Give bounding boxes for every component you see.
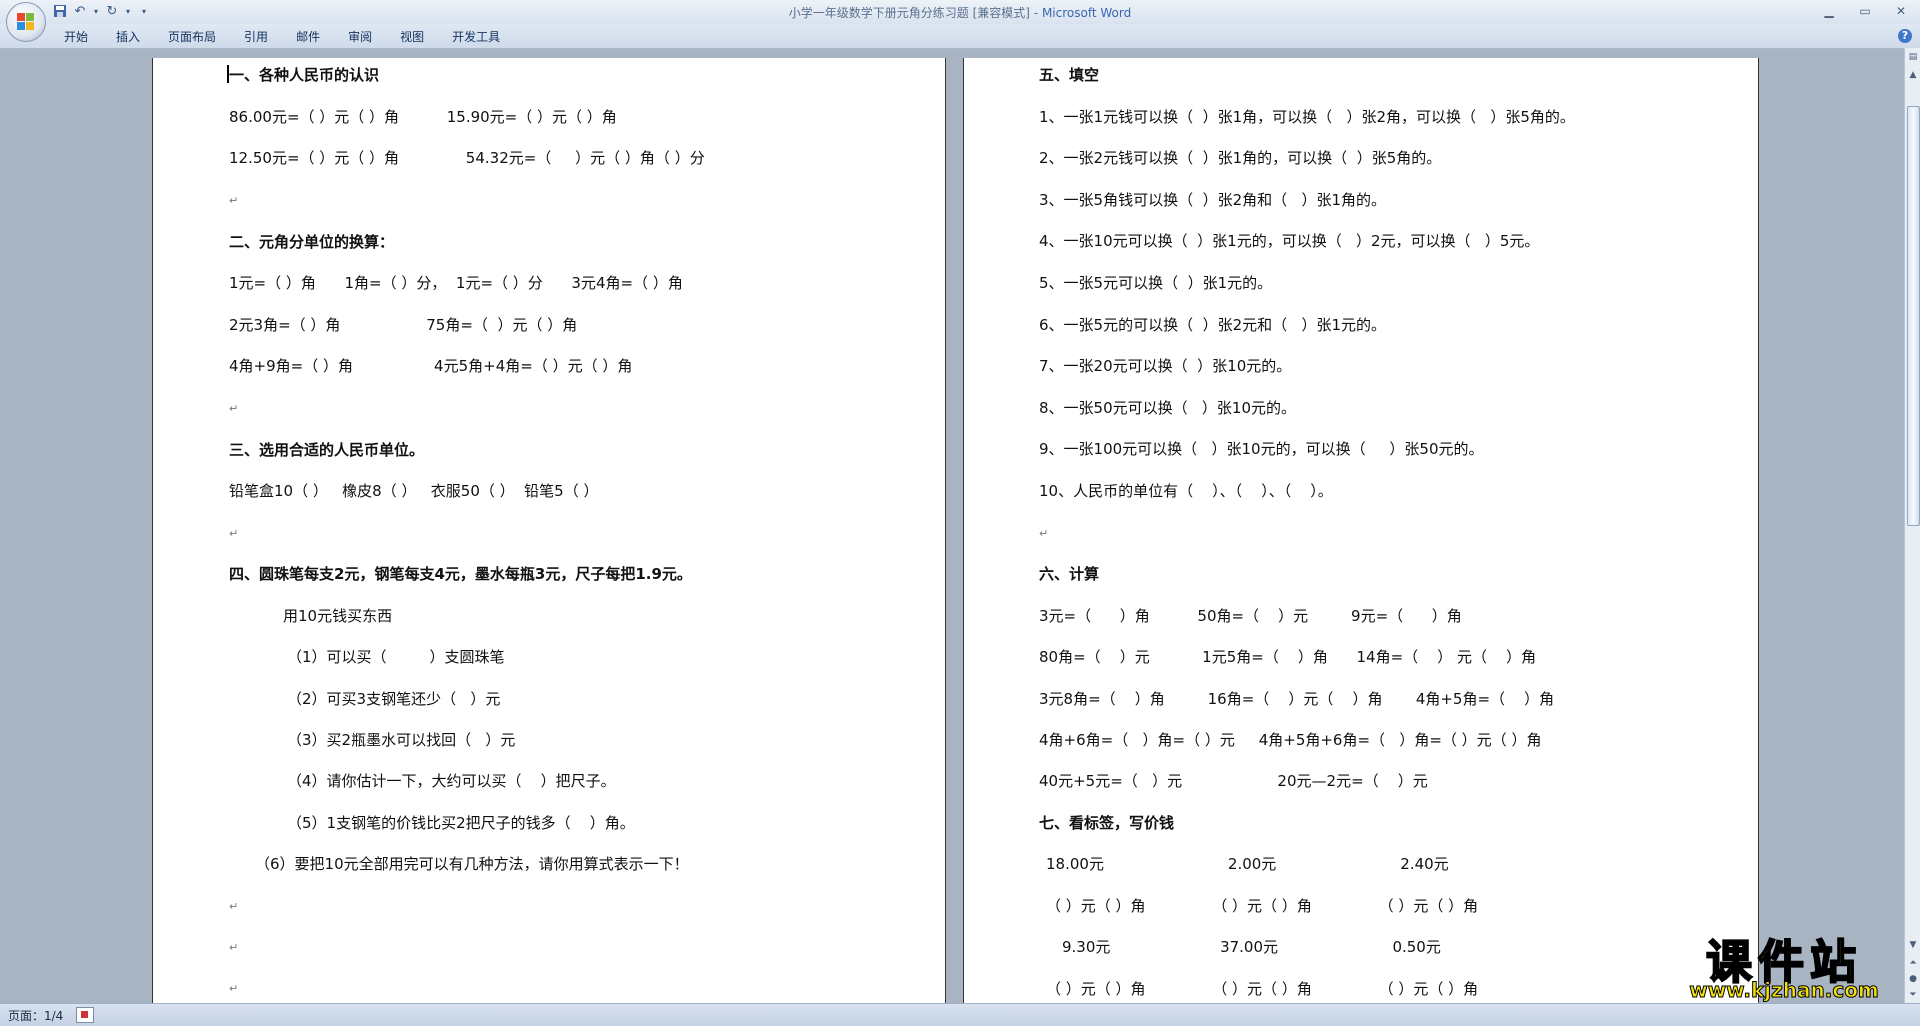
- exercise-line: （1）可以买（ ）支圆珠笔: [287, 648, 505, 666]
- scroll-down-icon[interactable]: ▼: [1906, 938, 1920, 952]
- paragraph-mark: ↵: [229, 941, 239, 954]
- close-button[interactable]: ✕: [1890, 2, 1912, 20]
- select-browse-object-icon[interactable]: ●: [1906, 972, 1920, 986]
- exercise-line: 12.50元=（ ）元（ ）角 54.32元=（ ）元（ ）角（ ）分: [229, 149, 705, 167]
- vertical-scrollbar[interactable]: ▤ ▲ ▼ ⏶ ● ⏷: [1904, 48, 1920, 1003]
- paragraph-mark: ↵: [229, 982, 239, 995]
- tab-review[interactable]: 审阅: [334, 29, 386, 45]
- tab-mailings[interactable]: 邮件: [282, 29, 334, 45]
- section-heading: 六、计算: [1039, 565, 1100, 583]
- exercise-line: 4角+6角=（ ）角=（ ）元 4角+5角+6角=（ ）角=（ ）元（ ）角: [1039, 731, 1542, 749]
- paragraph-mark: ↵: [229, 194, 239, 207]
- exercise-line: 4、一张10元可以换（ ）张1元的，可以换（ ）2元，可以换（ ）5元。: [1039, 232, 1540, 250]
- section-heading: 七、看标签，写价钱: [1039, 814, 1175, 832]
- section-heading: 三、选用合适的人民币单位。: [229, 441, 425, 459]
- answer-line: （ ）元（ ）角 （ ）元（ ）角 （ ）元（ ）角: [1046, 897, 1479, 915]
- price-tag-line: 9.30元 37.00元 0.50元: [1062, 938, 1441, 956]
- tab-view[interactable]: 视图: [386, 29, 438, 45]
- page-indicator[interactable]: 页面：1/4: [8, 1007, 63, 1024]
- section-heading: 一、各种人民币的认识: [229, 66, 380, 84]
- exercise-line: （4）请你估计一下，大约可以买（ ）把尺子。: [287, 772, 616, 790]
- title-separator: -: [1029, 6, 1042, 20]
- watermark-logo: 课件站 www.kjzhan.com: [1668, 928, 1900, 1003]
- answer-line: （ ）元（ ）角 （ ）元（ ）角 （ ）元（ ）角: [1046, 980, 1479, 998]
- tab-home[interactable]: 开始: [50, 29, 102, 45]
- help-icon[interactable]: ?: [1898, 29, 1912, 43]
- ribbon-tabs: 开始 插入 页面布局 引用 邮件 审阅 视图 开发工具: [50, 29, 514, 45]
- exercise-line: 86.00元=（ ）元（ ）角 15.90元=（ ）元（ ）角: [229, 108, 617, 126]
- paragraph-mark: ↵: [229, 527, 239, 540]
- exercise-line: （5）1支钢笔的价钱比买2把尺子的钱多（ ）角。: [287, 814, 635, 832]
- title-bar: ↶ ▾ ↻ ▾ ▾ 小学一年级数学下册元角分练习题 [兼容模式] - Micro…: [0, 0, 1920, 42]
- office-button[interactable]: [6, 2, 46, 42]
- scroll-up-icon[interactable]: ▲: [1906, 68, 1920, 82]
- exercise-line: 7、一张20元可以换（ ）张10元的。: [1039, 357, 1292, 375]
- exercise-line: 3元=（ ）角 50角=（ ）元 9元=（ ）角: [1039, 607, 1462, 625]
- window-title: 小学一年级数学下册元角分练习题 [兼容模式] - Microsoft Word: [0, 4, 1920, 21]
- status-bar: 页面：1/4: [0, 1003, 1920, 1026]
- paragraph-mark: ↵: [1039, 527, 1049, 540]
- exercise-line: （6）要把10元全部用完可以有几种方法，请你用算式表示一下！: [255, 855, 689, 873]
- tab-references[interactable]: 引用: [230, 29, 282, 45]
- exercise-line: 铅笔盒10（ ） 橡皮8（ ） 衣服50（ ） 铅笔5（ ）: [229, 482, 599, 500]
- exercise-line: 1元=（ ）角 1角=（ ）分， 1元=（ ）分 3元4角=（ ）角: [229, 274, 683, 292]
- exercise-line: 2元3角=（ ）角 75角=（ ）元（ ）角: [229, 316, 578, 334]
- document-page-right[interactable]: 五、填空 1、一张1元钱可以换（ ）张1角，可以换（ ）张2角，可以换（ ）张5…: [963, 58, 1759, 1003]
- next-page-icon[interactable]: ⏷: [1906, 988, 1920, 1002]
- exercise-line: 3、一张5角钱可以换（ ）张2角和（ ）张1角的。: [1039, 191, 1387, 209]
- paragraph-mark: ↵: [229, 900, 239, 913]
- section-heading: 四、圆珠笔每支2元，钢笔每支4元，墨水每瓶3元，尺子每把1.9元。: [229, 565, 692, 583]
- exercise-line: 9、一张100元可以换（ ）张10元的，可以换（ ）张50元的。: [1039, 440, 1484, 458]
- exercise-line: 用10元钱买东西: [283, 607, 393, 625]
- exercise-line: 5、一张5元可以换（ ）张1元的。: [1039, 274, 1273, 292]
- scrollbar-thumb[interactable]: [1907, 106, 1920, 526]
- exercise-line: 3元8角=（ ）角 16角=（ ）元（ ）角 4角+5角=（ ）角: [1039, 690, 1555, 708]
- document-page-left[interactable]: 一、各种人民币的认识 86.00元=（ ）元（ ）角 15.90元=（ ）元（ …: [152, 58, 946, 1003]
- ruler-toggle-icon[interactable]: ▤: [1906, 50, 1920, 64]
- previous-page-icon[interactable]: ⏶: [1906, 956, 1920, 970]
- maximize-button[interactable]: ▭: [1854, 2, 1876, 20]
- section-heading: 二、元角分单位的换算：: [229, 233, 395, 251]
- exercise-line: 40元+5元=（ ）元 20元—2元=（ ）元: [1039, 772, 1428, 790]
- window-controls: ▁ ▭ ✕: [1818, 2, 1912, 20]
- exercise-line: 10、人民币的单位有（ ）、（ ）、（ ）。: [1039, 482, 1333, 500]
- tab-insert[interactable]: 插入: [102, 29, 154, 45]
- exercise-line: 6、一张5元的可以换（ ）张2元和（ ）张1元的。: [1039, 316, 1387, 334]
- app-name: Microsoft Word: [1041, 6, 1132, 20]
- exercise-line: 8、一张50元可以换（ ）张10元的。: [1039, 399, 1297, 417]
- tab-page-layout[interactable]: 页面布局: [154, 29, 230, 45]
- watermark-url: www.kjzhan.com: [1689, 978, 1880, 1003]
- proofing-icon[interactable]: [76, 1007, 94, 1023]
- ribbon-tab-bar: 开始 插入 页面布局 引用 邮件 审阅 视图 开发工具 ?: [0, 24, 1920, 49]
- paragraph-mark: ↵: [229, 402, 239, 415]
- exercise-line: （3）买2瓶墨水可以找回（ ）元: [287, 731, 516, 749]
- exercise-line: 80角=（ ）元 1元5角=（ ）角 14角=（ ） 元（ ）角: [1039, 648, 1537, 666]
- office-logo-icon: [17, 13, 35, 31]
- tab-developer[interactable]: 开发工具: [438, 29, 514, 45]
- price-tag-line: 18.00元 2.00元 2.40元: [1046, 855, 1449, 873]
- exercise-line: 4角+9角=（ ）角 4元5角+4角=（ ）元（ ）角: [229, 357, 633, 375]
- document-title: 小学一年级数学下册元角分练习题 [兼容模式]: [788, 6, 1030, 20]
- minimize-button[interactable]: ▁: [1818, 2, 1840, 20]
- exercise-line: 1、一张1元钱可以换（ ）张1角，可以换（ ）张2角，可以换（ ）张5角的。: [1039, 108, 1575, 126]
- exercise-line: （2）可买3支钢笔还少（ ）元: [287, 690, 501, 708]
- exercise-line: 2、一张2元钱可以换（ ）张1角的，可以换（ ）张5角的。: [1039, 149, 1442, 167]
- section-heading: 五、填空: [1039, 66, 1100, 84]
